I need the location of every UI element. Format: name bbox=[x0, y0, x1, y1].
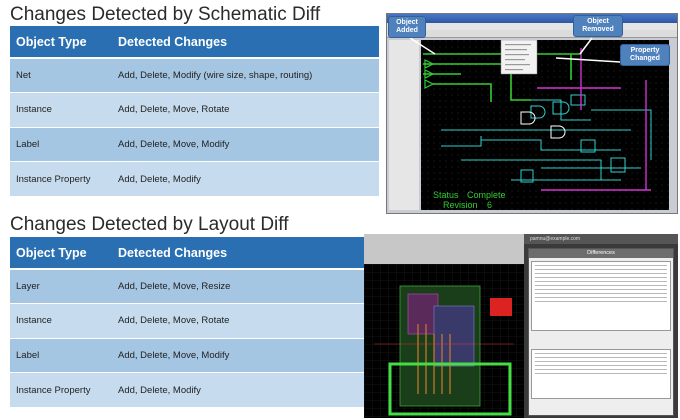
revision-label: Revision bbox=[443, 200, 478, 210]
object-type-cell: Label bbox=[10, 337, 112, 373]
detected-changes-cell: Add, Delete, Move, Modify bbox=[112, 126, 379, 162]
detected-changes-cell: Add, Delete, Modify bbox=[112, 372, 379, 407]
detected-changes-header: Detected Changes bbox=[112, 237, 379, 270]
object-removed-callout: Object Removed bbox=[573, 15, 623, 37]
layout-canvas bbox=[364, 264, 524, 418]
schematic-diff-title: Changes Detected by Schematic Diff bbox=[10, 4, 321, 25]
detected-changes-cell: Add, Delete, Move, Rotate bbox=[112, 92, 379, 127]
layout-diff-table: Object Type Detected Changes Layer Add, … bbox=[10, 237, 379, 407]
object-type-cell: Instance Property bbox=[10, 372, 112, 407]
table-row: Instance Add, Delete, Move, Rotate bbox=[10, 303, 379, 338]
desktop-panel: pamnu@example.com bbox=[524, 234, 678, 244]
status-label: Status bbox=[433, 190, 459, 200]
table-row: Label Add, Delete, Move, Modify bbox=[10, 337, 379, 373]
schematic-diff-table: Object Type Detected Changes Net Add, De… bbox=[10, 26, 379, 196]
differences-window: Differences bbox=[528, 248, 674, 416]
layout-screenshot: pamnu@example.com Differences bbox=[364, 234, 678, 418]
object-added-callout: Object Added bbox=[388, 16, 426, 38]
layout-drawing bbox=[364, 264, 524, 418]
detected-changes-cell: Add, Delete, Modify (wire size, shape, r… bbox=[112, 57, 379, 93]
object-type-cell: Instance bbox=[10, 92, 112, 127]
table-header-row: Object Type Detected Changes bbox=[10, 237, 379, 270]
table-row: Instance Property Add, Delete, Modify bbox=[10, 161, 379, 196]
object-type-header: Object Type bbox=[10, 237, 112, 270]
table-header-row: Object Type Detected Changes bbox=[10, 26, 379, 59]
detected-changes-header: Detected Changes bbox=[112, 26, 379, 59]
differences-list[interactable] bbox=[531, 261, 671, 331]
table-row: Instance Property Add, Delete, Modify bbox=[10, 372, 379, 407]
host-label: pamnu@example.com bbox=[530, 236, 581, 242]
table-row: Net Add, Delete, Modify (wire size, shap… bbox=[10, 57, 379, 93]
object-type-cell: Label bbox=[10, 126, 112, 162]
table-row: Layer Add, Delete, Move, Resize bbox=[10, 268, 379, 304]
object-type-cell: Net bbox=[10, 57, 112, 93]
object-type-cell: Instance bbox=[10, 303, 112, 338]
object-type-cell: Instance Property bbox=[10, 161, 112, 196]
revision-value: 6 bbox=[487, 200, 492, 210]
layout-toolbar bbox=[364, 234, 524, 264]
table-row: Instance Add, Delete, Move, Rotate bbox=[10, 92, 379, 127]
detected-changes-cell: Add, Delete, Modify bbox=[112, 161, 379, 196]
status-value: Complete bbox=[467, 190, 506, 200]
detected-changes-cell: Add, Delete, Move, Modify bbox=[112, 337, 379, 373]
differences-window-title: Differences bbox=[529, 249, 673, 258]
layout-diff-title: Changes Detected by Layout Diff bbox=[10, 214, 289, 235]
changed-layer bbox=[490, 298, 512, 316]
detected-changes-cell: Add, Delete, Move, Rotate bbox=[112, 303, 379, 338]
differences-log bbox=[531, 349, 671, 399]
detected-changes-cell: Add, Delete, Move, Resize bbox=[112, 268, 379, 304]
object-type-cell: Layer bbox=[10, 268, 112, 304]
property-changed-callout: Property Changed bbox=[620, 44, 670, 66]
table-row: Label Add, Delete, Move, Modify bbox=[10, 126, 379, 162]
object-type-header: Object Type bbox=[10, 26, 112, 59]
